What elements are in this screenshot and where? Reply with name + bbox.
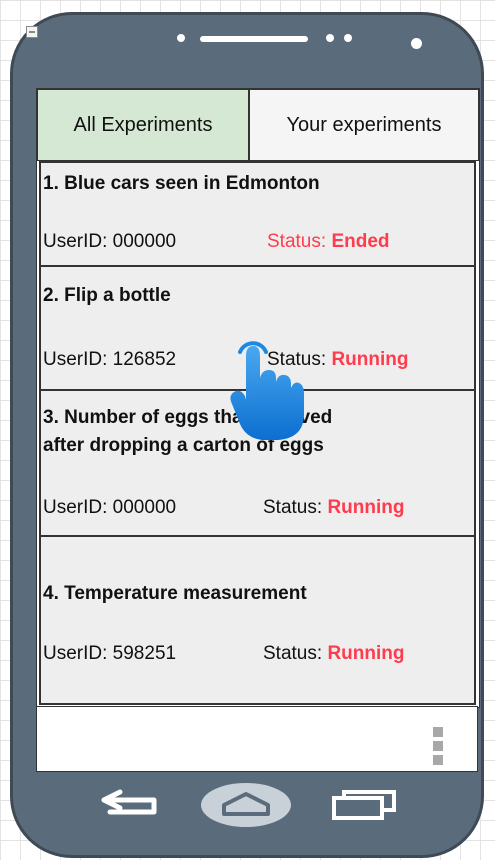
bottom-bar (36, 706, 478, 772)
front-camera (411, 38, 422, 49)
hand-pointer-icon (230, 341, 304, 440)
camera-dot-left (177, 34, 185, 42)
home-icon[interactable] (201, 783, 291, 827)
sensor-dot-2 (344, 34, 352, 42)
experiment-card[interactable]: 1. Blue cars seen in Edmonton UserID: 00… (39, 161, 476, 267)
back-arrow-icon[interactable] (101, 789, 157, 815)
status-label: Status: (267, 231, 327, 252)
vertical-dots-icon[interactable] (433, 727, 443, 737)
experiment-status: Status: Running (263, 643, 404, 665)
tab-all-experiments[interactable]: All Experiments (37, 89, 249, 161)
speaker-grille (200, 36, 308, 42)
collapse-icon[interactable] (26, 26, 38, 38)
experiment-userid: UserID: 598251 (43, 643, 177, 664)
experiment-card[interactable]: 4. Temperature measurement UserID: 59825… (39, 535, 476, 705)
experiment-title: 4. Temperature measurement (43, 583, 307, 604)
vertical-dots-icon-dot (433, 755, 443, 765)
experiment-userid: UserID: 000000 (43, 231, 177, 252)
tab-your-experiments[interactable]: Your experiments (249, 89, 479, 161)
status-value: Running (327, 643, 405, 664)
status-value: Running (327, 497, 405, 518)
experiment-status: Status: Running (263, 497, 404, 519)
status-value: Ended (331, 231, 390, 252)
status-label: Status: (263, 643, 323, 664)
phone-nav-bar (101, 783, 396, 827)
status-label: Status: (263, 497, 323, 518)
experiment-status: Status: Ended (267, 231, 390, 253)
experiment-title: 1. Blue cars seen in Edmonton (43, 173, 320, 194)
tab-bar: All Experiments Your experiments (37, 89, 479, 161)
recent-apps-icon[interactable] (332, 790, 396, 820)
sensor-dot-1 (326, 34, 334, 42)
status-value: Running (331, 349, 409, 370)
vertical-dots-icon-dot (433, 741, 443, 751)
experiment-title: 2. Flip a bottle (43, 285, 171, 306)
experiment-userid: UserID: 000000 (43, 497, 177, 518)
experiment-userid: UserID: 126852 (43, 349, 177, 370)
